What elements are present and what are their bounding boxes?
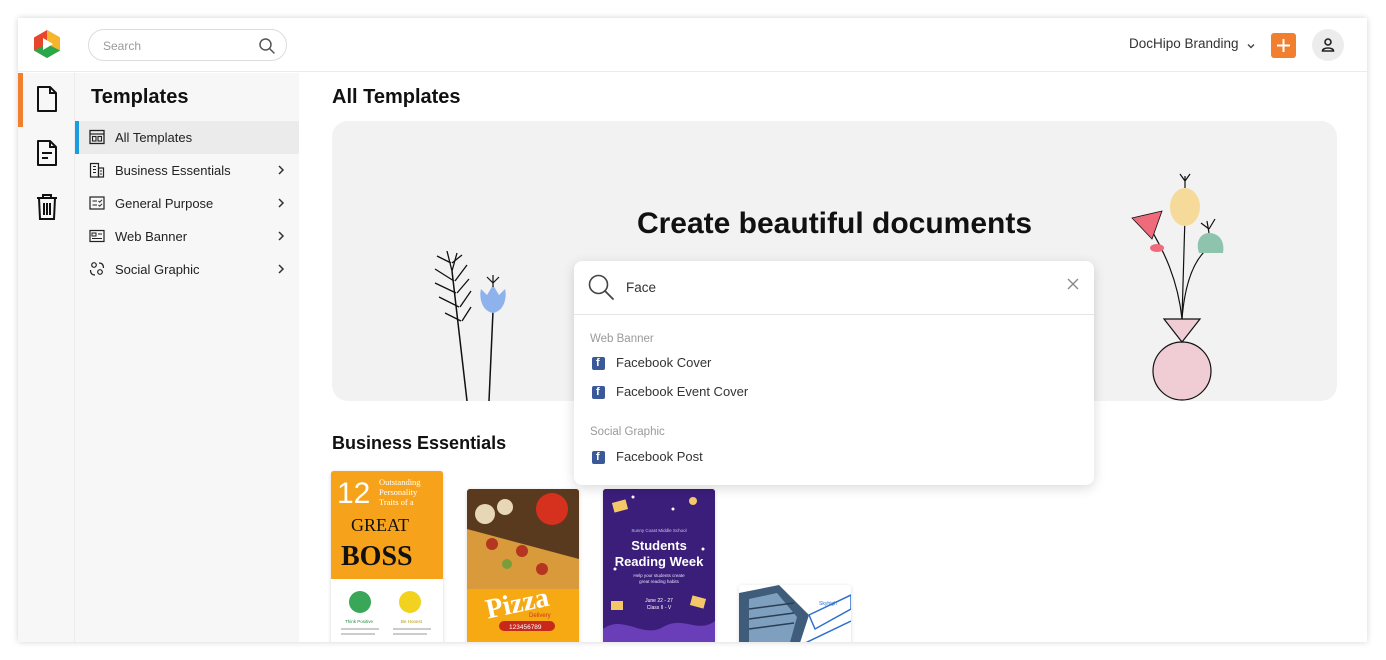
boss-number: 12 xyxy=(337,477,370,510)
layout-icon xyxy=(89,129,105,145)
facebook-icon: f xyxy=(592,357,605,370)
templates-sidebar: Templates All Templates Business Essenti… xyxy=(75,73,299,642)
top-bar: Search DocHipo Branding xyxy=(18,18,1367,72)
sidebar-item-all-templates[interactable]: All Templates xyxy=(75,121,299,154)
sidebar-item-label: Social Graphic xyxy=(115,262,200,277)
search-icon xyxy=(588,274,614,300)
reading-class: Class II - V xyxy=(647,605,672,611)
suggestion-label: Facebook Post xyxy=(616,449,703,464)
boss-trait2: Be Honest xyxy=(401,619,423,624)
suggestion-group-label: Social Graphic xyxy=(590,426,665,438)
template-thumbnail: Sunny Coast Middle School Students Readi… xyxy=(603,489,715,642)
branding-label: DocHipo Branding xyxy=(1129,36,1239,51)
reading-date: June 22 - 27 xyxy=(645,598,673,604)
rail-templates[interactable] xyxy=(18,73,75,127)
banner-icon xyxy=(89,229,105,243)
document-icon xyxy=(37,86,57,112)
reading-school: Sunny Coast Middle School xyxy=(631,528,686,533)
pizza-phone: 123456789 xyxy=(509,624,542,631)
create-new-button[interactable] xyxy=(1271,33,1296,58)
rail-trash[interactable] xyxy=(18,181,75,235)
template-search-dropdown: Face Web Banner f Facebook Cover f Faceb… xyxy=(574,261,1094,485)
sidebar-item-business-essentials[interactable]: Business Essentials xyxy=(75,154,299,187)
sidebar-title: Templates xyxy=(91,86,189,108)
template-search-input-row[interactable]: Face xyxy=(574,261,1094,315)
facebook-icon: f xyxy=(592,386,605,399)
template-card-great-boss[interactable]: 12 Outstanding Personality Traits of a G… xyxy=(331,471,443,642)
boss-line2: Personality xyxy=(379,487,418,497)
template-card-reading-week[interactable]: Sunny Coast Middle School Students Readi… xyxy=(603,489,715,642)
chevron-right-icon xyxy=(278,264,285,274)
facebook-icon: f xyxy=(592,451,605,464)
chevron-right-icon xyxy=(278,231,285,241)
boss-line1: Outstanding xyxy=(379,477,421,487)
pizza-sub: Delivery xyxy=(529,613,551,619)
building-icon xyxy=(89,162,105,178)
trash-icon xyxy=(37,194,57,220)
dochipo-logo[interactable] xyxy=(31,28,63,60)
search-icon[interactable] xyxy=(258,37,276,55)
close-icon[interactable] xyxy=(1066,277,1080,291)
section-title: Business Essentials xyxy=(332,433,507,453)
boss-great: GREAT xyxy=(351,515,409,535)
sidebar-item-label: General Purpose xyxy=(115,196,214,211)
chevron-right-icon xyxy=(278,165,285,175)
user-icon xyxy=(1321,38,1335,52)
search-bar[interactable]: Search xyxy=(88,29,287,61)
page-title: All Templates xyxy=(332,86,461,108)
boss-word: BOSS xyxy=(341,541,413,572)
boss-trait1: Think Positive xyxy=(345,619,374,624)
template-search-input[interactable]: Face xyxy=(626,280,656,295)
branding-dropdown[interactable]: DocHipo Branding xyxy=(1129,36,1256,51)
reading-title1: Students xyxy=(631,538,687,553)
rail-my-documents[interactable] xyxy=(18,127,75,181)
sidebar-item-social-graphic[interactable]: Social Graphic xyxy=(75,253,299,286)
sidebar-item-label: Business Essentials xyxy=(115,163,231,178)
template-thumbnail: 12 Outstanding Personality Traits of a G… xyxy=(331,471,443,642)
social-share-icon xyxy=(89,262,105,276)
search-placeholder: Search xyxy=(103,39,142,53)
icon-rail xyxy=(18,73,75,642)
document-lines-icon xyxy=(37,140,57,166)
building-brand: Skyhigh xyxy=(819,601,837,607)
template-card-pizza[interactable]: Pizza Delivery 123456789 xyxy=(467,489,579,642)
sidebar-item-label: All Templates xyxy=(115,130,193,145)
template-thumbnail: Skyhigh xyxy=(739,585,851,642)
plus-icon xyxy=(1277,39,1290,52)
reading-sub2: great reading habits xyxy=(639,579,680,584)
app-window: Search DocHipo Branding Templates All Te… xyxy=(18,18,1367,642)
suggestion-label: Facebook Event Cover xyxy=(616,384,749,399)
sidebar-item-label: Web Banner xyxy=(115,229,188,244)
template-thumbnail: Pizza Delivery 123456789 xyxy=(467,489,579,642)
plant-illustration-left xyxy=(434,251,506,401)
vase-illustration-right xyxy=(1131,173,1224,401)
template-card-building[interactable]: Skyhigh xyxy=(739,585,851,642)
user-account-button[interactable] xyxy=(1312,29,1344,61)
chevron-right-icon xyxy=(278,198,285,208)
boss-line3: Traits of a xyxy=(379,497,414,507)
reading-title2: Reading Week xyxy=(615,554,704,569)
sidebar-item-web-banner[interactable]: Web Banner xyxy=(75,220,299,253)
sidebar-item-general-purpose[interactable]: General Purpose xyxy=(75,187,299,220)
chevron-down-icon xyxy=(1246,39,1256,49)
reading-sub1: Help your students create xyxy=(633,573,685,578)
checklist-icon xyxy=(89,196,105,210)
suggestion-group-label: Web Banner xyxy=(590,333,654,345)
suggestion-label: Facebook Cover xyxy=(616,355,712,370)
